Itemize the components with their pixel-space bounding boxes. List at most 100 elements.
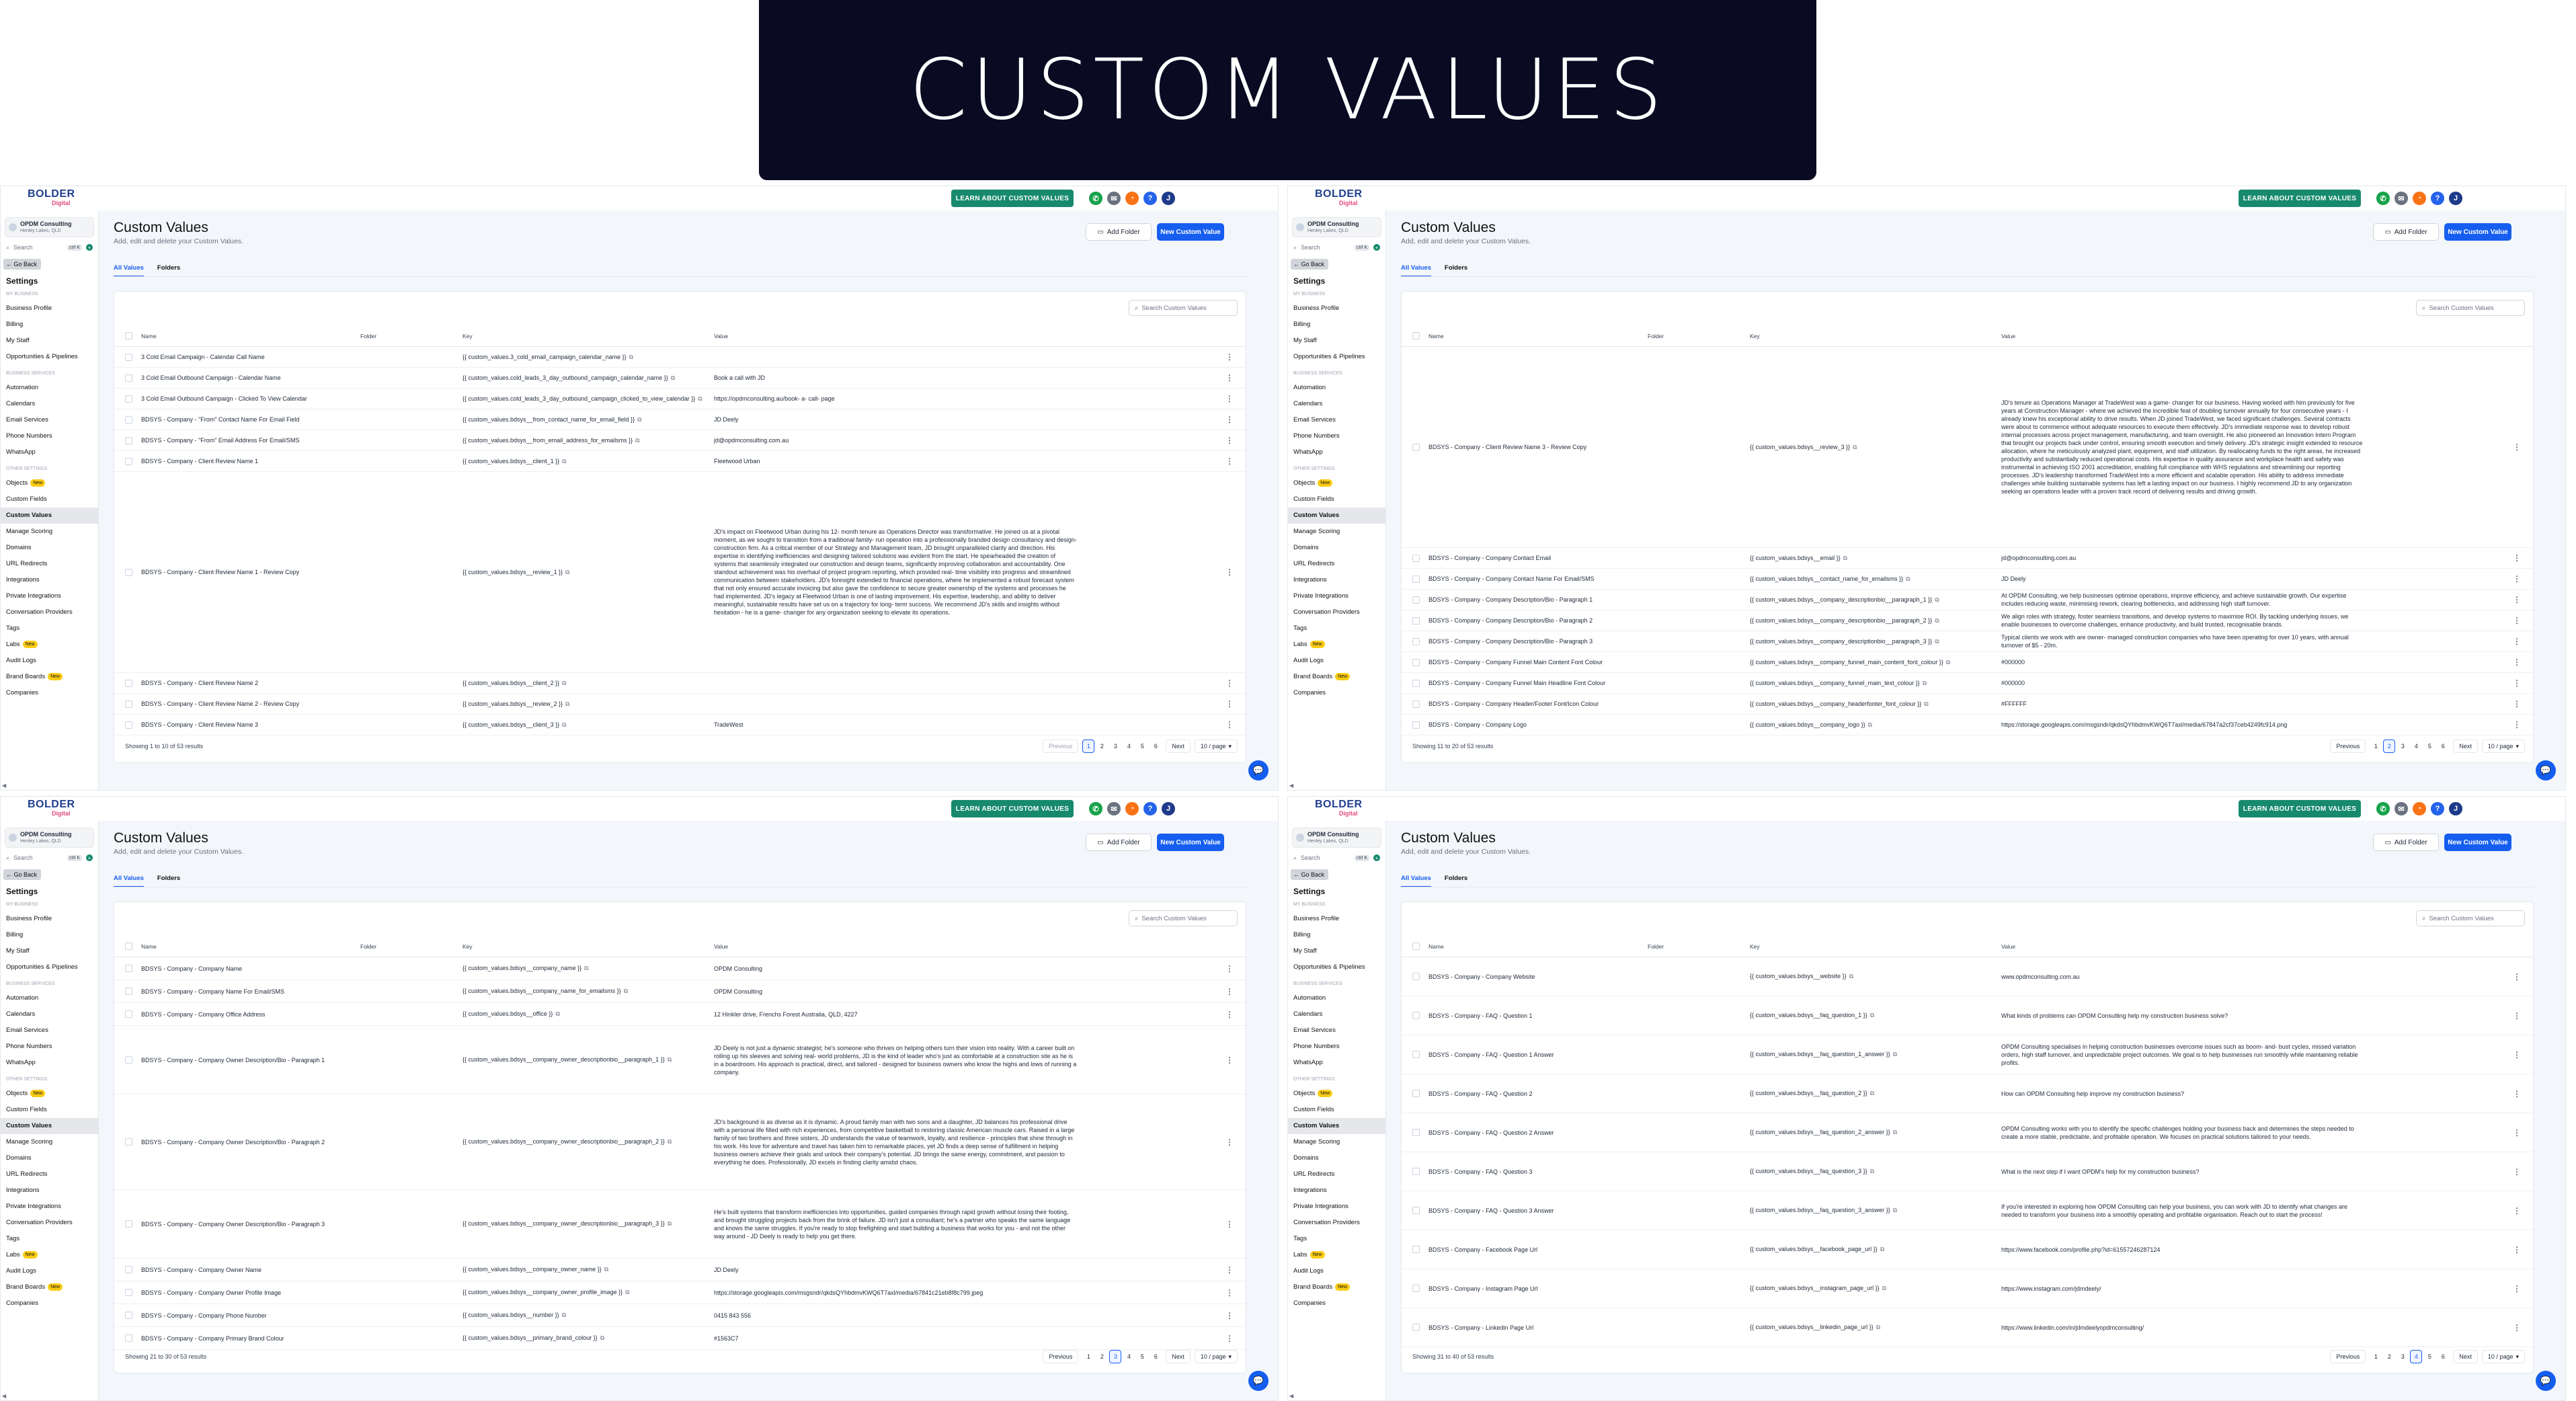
sidebar-item-manage-scoring[interactable]: Manage Scoring bbox=[1, 1134, 98, 1150]
more-options-icon[interactable]: ⋮ bbox=[2513, 1089, 2521, 1098]
table-row[interactable]: BDSYS - Company - Company Logo {{ custom_… bbox=[1402, 715, 2533, 735]
tab-folders[interactable]: Folders bbox=[157, 264, 180, 277]
sidebar-item-manage-scoring[interactable]: Manage Scoring bbox=[1288, 1134, 1385, 1150]
account-switcher[interactable]: OPDM Consulting Henley Lakes, QLD bbox=[1292, 828, 1381, 848]
copy-icon[interactable]: ⧉ bbox=[562, 1312, 566, 1318]
more-options-icon[interactable]: ⋮ bbox=[2513, 637, 2521, 646]
sidebar-item-custom-values[interactable]: Custom Values bbox=[1, 1118, 98, 1134]
copy-icon[interactable]: ⧉ bbox=[1849, 973, 1853, 979]
column-name[interactable]: Name bbox=[141, 943, 157, 950]
sidebar-item-whatsapp[interactable]: WhatsApp bbox=[1, 444, 98, 461]
megaphone-icon[interactable]: ✉ bbox=[2394, 192, 2408, 205]
sidebar-item-whatsapp[interactable]: WhatsApp bbox=[1288, 1055, 1385, 1071]
sidebar-item-custom-values[interactable]: Custom Values bbox=[1, 508, 98, 524]
sidebar-item-opportunities[interactable]: Opportunities & Pipelines bbox=[1288, 349, 1385, 365]
sidebar-item-automation[interactable]: Automation bbox=[1, 380, 98, 396]
row-checkbox[interactable] bbox=[125, 415, 132, 424]
column-folder[interactable]: Folder bbox=[360, 333, 376, 339]
table-row[interactable]: BDSYS - Company - Client Review Name 2 -… bbox=[114, 694, 1246, 715]
copy-icon[interactable]: ⧉ bbox=[1906, 575, 1910, 582]
row-checkbox[interactable] bbox=[125, 965, 132, 972]
megaphone-icon[interactable]: ✉ bbox=[1107, 192, 1121, 205]
table-row[interactable]: 3 Cold Email Campaign - Calendar Call Na… bbox=[114, 347, 1246, 368]
table-row[interactable]: BDSYS - Company - Company Funnel Main He… bbox=[1402, 673, 2533, 694]
sidebar-item-tags[interactable]: Tags bbox=[1, 1231, 98, 1247]
row-checkbox[interactable] bbox=[1412, 1012, 1420, 1019]
copy-icon[interactable]: ⧉ bbox=[1870, 1012, 1874, 1018]
more-options-icon[interactable]: ⋮ bbox=[2513, 1050, 2521, 1059]
more-options-icon[interactable]: ⋮ bbox=[1225, 699, 1234, 709]
column-name[interactable]: Name bbox=[1428, 333, 1444, 339]
page-size-select[interactable]: 10 / page ▾ bbox=[2481, 1350, 2525, 1363]
sidebar-item-phone-numbers[interactable]: Phone Numbers bbox=[1288, 428, 1385, 444]
sidebar-item-my-staff[interactable]: My Staff bbox=[1, 943, 98, 959]
sidebar-item-labs[interactable]: Labs New bbox=[1, 1247, 98, 1263]
go-back-button[interactable]: ← Go Back bbox=[1291, 259, 1328, 270]
sidebar-item-url-redirects[interactable]: URL Redirects bbox=[1288, 556, 1385, 572]
next-button[interactable]: Next bbox=[2453, 739, 2478, 753]
more-options-icon[interactable]: ⋮ bbox=[1225, 1219, 1234, 1229]
table-row[interactable]: BDSYS - Company - Company Owner Profile … bbox=[114, 1281, 1246, 1304]
sidebar-item-email-services[interactable]: Email Services bbox=[1, 412, 98, 428]
account-switcher[interactable]: OPDM Consulting Henley Lakes, QLD bbox=[5, 217, 94, 237]
previous-button[interactable]: Previous bbox=[2330, 1350, 2366, 1363]
sidebar-item-integrations[interactable]: Integrations bbox=[1288, 572, 1385, 588]
column-name[interactable]: Name bbox=[1428, 943, 1444, 950]
copy-icon[interactable]: ⧉ bbox=[1924, 700, 1928, 707]
more-options-icon[interactable]: ⋮ bbox=[2513, 1206, 2521, 1215]
table-row[interactable]: BDSYS - Company - Client Review Name 3 -… bbox=[1402, 347, 2533, 548]
next-button[interactable]: Next bbox=[1166, 1350, 1191, 1363]
sidebar-item-opportunities[interactable]: Opportunities & Pipelines bbox=[1, 349, 98, 365]
more-options-icon[interactable]: ⋮ bbox=[2513, 972, 2521, 982]
sidebar-item-audit-logs[interactable]: Audit Logs bbox=[1288, 653, 1385, 669]
table-row[interactable]: BDSYS - Company - FAQ - Question 1 Answe… bbox=[1402, 1035, 2533, 1074]
table-row[interactable]: BDSYS - Company - Company Description/Bi… bbox=[1402, 590, 2533, 610]
sidebar-item-custom-fields[interactable]: Custom Fields bbox=[1, 491, 98, 508]
tab-folders[interactable]: Folders bbox=[1445, 875, 1467, 887]
more-options-icon[interactable]: ⋮ bbox=[2513, 1011, 2521, 1020]
table-row[interactable]: BDSYS - Company - Company Owner Name {{ c… bbox=[114, 1258, 1246, 1281]
table-row[interactable]: BDSYS - Company - Company Phone Number {{… bbox=[114, 1304, 1246, 1327]
more-options-icon[interactable]: ⋮ bbox=[2513, 1167, 2521, 1176]
copy-icon[interactable]: ⧉ bbox=[629, 354, 633, 360]
table-row[interactable]: 3 Cold Email Outbound Campaign - Calenda… bbox=[114, 368, 1246, 389]
previous-button[interactable]: Previous bbox=[1043, 1350, 1079, 1363]
copy-icon[interactable]: ⧉ bbox=[562, 458, 566, 465]
go-back-button[interactable]: ← Go Back bbox=[1291, 869, 1328, 880]
sidebar-item-conversation-providers[interactable]: Conversation Providers bbox=[1, 1215, 98, 1231]
sidebar-item-business-profile[interactable]: Business Profile bbox=[1288, 911, 1385, 927]
sidebar-item-tags[interactable]: Tags bbox=[1288, 1231, 1385, 1247]
row-checkbox[interactable] bbox=[1412, 1129, 1420, 1136]
copy-icon[interactable]: ⧉ bbox=[1868, 721, 1872, 728]
more-options-icon[interactable]: ⋮ bbox=[1225, 1265, 1234, 1275]
page-1-button[interactable]: 1 bbox=[2370, 1350, 2382, 1363]
copy-icon[interactable]: ⧉ bbox=[565, 700, 569, 707]
table-row[interactable]: BDSYS - Company - Company Website {{ cust… bbox=[1402, 957, 2533, 996]
copy-icon[interactable]: ⧉ bbox=[600, 1334, 604, 1341]
column-key[interactable]: Key bbox=[1750, 333, 1760, 339]
page-1-button[interactable]: 1 bbox=[2370, 739, 2382, 753]
tab-all-values[interactable]: All Values bbox=[1401, 264, 1431, 277]
account-switcher[interactable]: OPDM Consulting Henley Lakes, QLD bbox=[5, 828, 94, 848]
more-options-icon[interactable]: ⋮ bbox=[1225, 1334, 1234, 1343]
sidebar-item-domains[interactable]: Domains bbox=[1288, 1150, 1385, 1166]
table-row[interactable]: BDSYS - Company - Facebook Page Url {{ cu… bbox=[1402, 1230, 2533, 1269]
plus-icon[interactable]: + bbox=[86, 244, 93, 251]
chat-widget-icon[interactable]: 💬 bbox=[2536, 1371, 2556, 1391]
sidebar-item-billing[interactable]: Billing bbox=[1, 927, 98, 943]
sidebar-item-private-integrations[interactable]: Private Integrations bbox=[1, 588, 98, 604]
new-custom-value-button[interactable]: New Custom Value bbox=[2444, 223, 2511, 241]
table-row[interactable]: BDSYS - Company - Company Owner Descript… bbox=[114, 1094, 1246, 1190]
row-checkbox[interactable] bbox=[1412, 1051, 1420, 1058]
new-custom-value-button[interactable]: New Custom Value bbox=[1157, 834, 1224, 851]
page-3-button[interactable]: 3 bbox=[2397, 1350, 2409, 1363]
row-checkbox[interactable] bbox=[1412, 1324, 1420, 1331]
sidebar-item-whatsapp[interactable]: WhatsApp bbox=[1288, 444, 1385, 461]
tab-all-values[interactable]: All Values bbox=[114, 264, 144, 277]
help-icon[interactable]: ? bbox=[1143, 802, 1157, 815]
sidebar-item-brand-boards[interactable]: Brand Boards New bbox=[1288, 1279, 1385, 1295]
more-options-icon[interactable]: ⋮ bbox=[2513, 657, 2521, 667]
row-checkbox[interactable] bbox=[125, 457, 132, 465]
row-checkbox[interactable] bbox=[1412, 443, 1420, 451]
sidebar-item-private-integrations[interactable]: Private Integrations bbox=[1288, 1199, 1385, 1215]
